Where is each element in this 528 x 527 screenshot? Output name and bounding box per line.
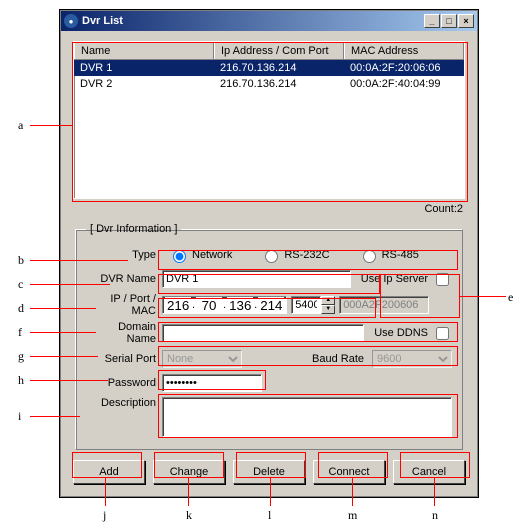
label-serial: Serial Port xyxy=(86,353,162,365)
count-label: Count:2 xyxy=(73,203,463,215)
label-dvrname: DVR Name xyxy=(86,273,162,285)
add-button[interactable]: Add xyxy=(73,460,145,484)
col-mac[interactable]: MAC Address xyxy=(344,42,464,59)
letter-m: m xyxy=(348,508,357,523)
port-down-icon[interactable]: ▼ xyxy=(321,305,335,314)
description-input[interactable] xyxy=(162,397,452,437)
letter-n: n xyxy=(432,508,438,523)
letter-h: h xyxy=(18,373,24,388)
minimize-button[interactable]: _ xyxy=(424,14,440,28)
port-up-icon[interactable]: ▲ xyxy=(321,296,335,305)
maximize-button[interactable]: □ xyxy=(441,14,457,28)
table-row[interactable]: DVR 2216.70.136.21400:0A:2F:40:04:99 xyxy=(74,76,464,92)
list-header: Name Ip Address / Com Port MAC Address xyxy=(74,42,464,60)
baud-select: 9600 xyxy=(372,350,452,368)
window-title: Dvr List xyxy=(82,15,123,27)
port-spinner[interactable]: ▲ ▼ xyxy=(291,296,335,314)
label-useddns: Use DDNS xyxy=(374,327,428,339)
useddns-checkbox[interactable] xyxy=(436,327,449,340)
table-row[interactable]: DVR 1216.70.136.21400:0A:2F:20:06:06 xyxy=(74,60,464,76)
radio-rs232c[interactable]: RS-232C xyxy=(260,247,329,263)
letter-b: b xyxy=(18,253,24,268)
label-baud: Baud Rate xyxy=(246,353,368,365)
label-type: Type xyxy=(86,249,162,261)
letter-l: l xyxy=(268,508,271,523)
useipserver-checkbox[interactable] xyxy=(436,273,449,286)
letter-i: i xyxy=(18,409,21,424)
radio-network[interactable]: Network xyxy=(168,247,232,263)
label-useipserver: Use Ip Server xyxy=(361,273,428,285)
password-input[interactable] xyxy=(162,374,262,392)
letter-j: j xyxy=(103,508,106,523)
letter-a: a xyxy=(18,118,23,133)
dvrname-input[interactable] xyxy=(162,270,351,288)
cancel-button[interactable]: Cancel xyxy=(393,460,465,484)
type-radio-group: Network RS-232C RS-485 xyxy=(162,247,452,263)
close-button[interactable]: × xyxy=(458,14,474,28)
letter-f: f xyxy=(18,325,22,340)
group-legend: [ Dvr Information ] xyxy=(86,223,181,235)
radio-rs485[interactable]: RS-485 xyxy=(358,247,419,263)
letter-c: c xyxy=(18,277,23,292)
serial-select: None xyxy=(162,350,242,368)
label-ipportmac: IP / Port / MAC xyxy=(86,293,162,317)
domain-input[interactable] xyxy=(162,324,364,342)
dvr-information-group: [ Dvr Information ] Type Network RS-232C… xyxy=(75,223,463,450)
col-name[interactable]: Name xyxy=(74,42,214,59)
delete-button[interactable]: Delete xyxy=(233,460,305,484)
label-domain: Domain Name xyxy=(86,321,162,345)
connect-button[interactable]: Connect xyxy=(313,460,385,484)
dvr-list-window: ● Dvr List _ □ × Name Ip Address / Com P… xyxy=(60,10,478,497)
dvr-list[interactable]: Name Ip Address / Com Port MAC Address D… xyxy=(73,41,465,199)
port-input[interactable] xyxy=(291,296,321,314)
ip-input[interactable]: . . . xyxy=(162,296,287,314)
change-button[interactable]: Change xyxy=(153,460,225,484)
label-description: Description xyxy=(86,397,162,409)
app-icon: ● xyxy=(64,14,78,28)
letter-d: d xyxy=(18,301,24,316)
label-password: Password xyxy=(86,377,162,389)
letter-g: g xyxy=(18,349,24,364)
letter-k: k xyxy=(186,508,192,523)
mac-input xyxy=(339,296,429,314)
titlebar[interactable]: ● Dvr List _ □ × xyxy=(61,11,477,31)
letter-e: e xyxy=(508,290,513,305)
col-ip[interactable]: Ip Address / Com Port xyxy=(214,42,344,59)
